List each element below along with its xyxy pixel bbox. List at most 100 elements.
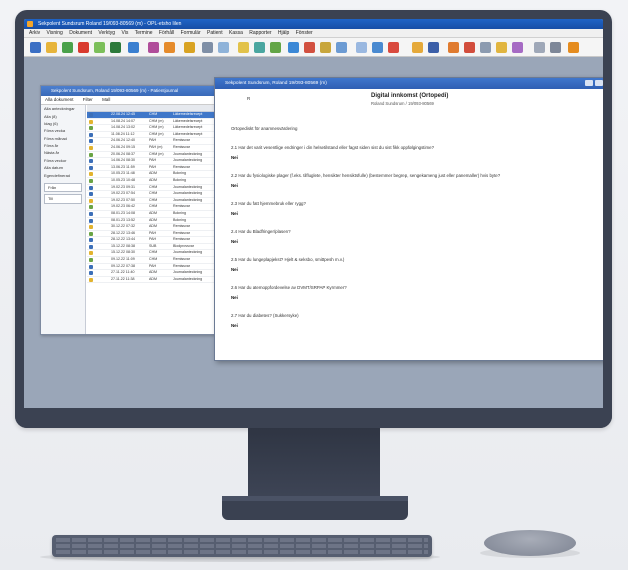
filter-option-all[interactable]: Alla (8) (41, 112, 85, 119)
table-row[interactable]: 11.08.24 11:12 CHM (m) Läkemedelsrecept (87, 132, 217, 139)
settings-icon[interactable] (356, 42, 367, 53)
envelope-icon[interactable] (184, 42, 195, 53)
menu-item-rapporter[interactable]: Rapporter (249, 30, 271, 36)
table-row[interactable]: 27.11.22 11:40 ADM Journalanteckning (87, 270, 217, 277)
document-icon[interactable] (128, 42, 139, 53)
menu-item-arkiv[interactable]: Arkiv (29, 30, 40, 36)
table-row[interactable]: 08.01.23 13:52 ADM Bokning (87, 218, 217, 225)
table-row[interactable]: 10.05.23 11:48 ADM Bokning (87, 171, 217, 178)
help-icon[interactable] (550, 42, 561, 53)
phone-icon[interactable] (428, 42, 439, 53)
scale-icon[interactable] (336, 42, 347, 53)
window-icon[interactable] (372, 42, 383, 53)
filter-option-last-week[interactable]: Förra vecka (41, 127, 85, 134)
row-sign: ADM (149, 217, 157, 222)
question-icon[interactable] (288, 42, 299, 53)
patient-icon[interactable] (30, 42, 41, 53)
graph-icon[interactable] (270, 42, 281, 53)
table-row[interactable]: 27.11.22 11:38 ADM Journalanteckning (87, 277, 217, 284)
lock-icon[interactable] (480, 42, 491, 53)
table-row[interactable]: 30.12.22 07:32 ADM Remissvar (87, 224, 217, 231)
table-row[interactable]: 28.12.22 13:44 PAH Remissvar (87, 237, 217, 244)
row-type: Journalanteckning (173, 158, 203, 163)
warning-icon[interactable] (388, 42, 399, 53)
row-type: Journalanteckning (173, 151, 203, 156)
maximize-button[interactable] (595, 80, 603, 86)
menu-item-formular[interactable]: Formulär (181, 30, 201, 36)
date-to-field[interactable]: Till (44, 194, 82, 204)
table-row[interactable]: 09.12.22 11:09 CHM Remissvar (87, 257, 217, 264)
menu-item-kassa[interactable]: Kassa (229, 30, 243, 36)
gear-icon[interactable] (534, 42, 545, 53)
star-icon[interactable] (496, 42, 507, 53)
arrow-icon[interactable] (94, 42, 105, 53)
list-icon[interactable] (254, 42, 265, 53)
menu-item-fonster[interactable]: Fönster (296, 30, 313, 36)
print-icon[interactable] (202, 42, 213, 53)
filter-option-last-month[interactable]: Förra månad (41, 135, 85, 142)
filter-option-next-year[interactable]: Nästa år (41, 149, 85, 156)
filter-option-last-year[interactable]: Förra år (41, 142, 85, 149)
menu-item-forhall[interactable]: Förhåll (159, 30, 174, 36)
table-row[interactable]: 28.12.22 13:46 PAH Remissvar (87, 231, 217, 238)
menu-item-verktyg[interactable]: Verktyg (98, 30, 115, 36)
chart-icon[interactable] (148, 42, 159, 53)
folder-icon[interactable] (46, 42, 57, 53)
table-row[interactable]: 19.02.23 09:31 CHM Journalanteckning (87, 185, 217, 192)
row-date: 11.08.24 11:12 (111, 131, 135, 136)
menu-item-visning[interactable]: Visning (47, 30, 63, 36)
date-from-field[interactable]: Från (44, 182, 82, 193)
table-row[interactable]: 15.12.22 08:38 SUB Blodprovsvar (87, 244, 217, 251)
menu-item-patient[interactable]: Patient (207, 30, 223, 36)
table-row[interactable]: 10.05.23 10:48 ADM Bokning (87, 178, 217, 185)
minimize-button[interactable] (585, 80, 593, 86)
table-row[interactable]: 14.08.24 13:02 CHM (m) Läkemedelsrecept (87, 125, 217, 132)
table-row[interactable]: 19.02.23 07:50 CHM Journalanteckning (87, 198, 217, 205)
tab-template[interactable]: Mall (98, 97, 114, 102)
people-icon[interactable] (62, 42, 73, 53)
table-row[interactable]: 08.01.23 14:08 ADM Bokning (87, 211, 217, 218)
table-row[interactable]: 09.12.22 07:38 PAH Remissvar (87, 264, 217, 271)
menu-item-hjalp[interactable]: Hjälp (278, 30, 289, 36)
add-cross-icon[interactable] (78, 42, 89, 53)
tree-icon[interactable] (110, 42, 121, 53)
table-row[interactable]: 24.06.24 12:40 PAH Remissvar (87, 138, 217, 145)
menu-item-dokument[interactable]: Dokument (69, 30, 92, 36)
bell-icon[interactable] (464, 42, 475, 53)
screen: Sekpolent Sundsrum Roland 19/093-80569 (… (24, 19, 603, 409)
tab-filter[interactable]: Filter (79, 97, 97, 102)
table-row[interactable]: 24.06.24 09:15 PAH (m) Remissvar (87, 145, 217, 152)
table-row[interactable]: 19.02.23 06:42 CHM Remissvar (87, 204, 217, 211)
row-type: Remissvar (173, 237, 190, 242)
row-type: Remissvar (173, 144, 190, 149)
lab-icon[interactable] (238, 42, 249, 53)
table-row[interactable]: 15.12.22 08:30 CHM Journalanteckning (87, 250, 217, 258)
filter-option-all-dates[interactable]: Alla datum (41, 164, 85, 171)
table-row[interactable]: 14.08.24 14:07 CHM (m) Läkemedelsrecept (87, 119, 217, 126)
mail-icon[interactable] (412, 42, 423, 53)
filter-option-today[interactable]: Idag (6) (41, 120, 85, 127)
clipboard-icon[interactable] (218, 42, 229, 53)
menu-item-termine[interactable]: Termine (135, 30, 153, 36)
table-row[interactable]: 19.02.23 07:54 CHM Journalanteckning (87, 191, 217, 198)
exit-icon[interactable] (568, 42, 579, 53)
menu-item-vis[interactable]: Vis (121, 30, 128, 36)
row-sign: PAH (149, 158, 157, 163)
row-sign: ADM (149, 276, 157, 281)
filter-option-custom[interactable]: Egendefinerad (41, 171, 85, 178)
tab-all-documents[interactable]: Alla dokument (41, 97, 78, 102)
calendar-icon[interactable] (164, 42, 175, 53)
pin-icon[interactable] (448, 42, 459, 53)
table-row[interactable]: 13.06.23 11:59 PAH Remissvar (87, 165, 217, 172)
row-type: Läkemedelsrecept (173, 131, 203, 136)
filter-option-last-weeks[interactable]: Förra veckor (41, 157, 85, 164)
row-sign: CHM (149, 250, 158, 255)
table-row[interactable]: 20.06.24 08:37 CHM (m) Journalanteckning (87, 152, 217, 159)
document-subtitle: Roland Sundsrum / 19/093-80569 (371, 101, 434, 106)
answer-text: Nei (231, 267, 238, 272)
flag-icon[interactable] (304, 42, 315, 53)
table-row[interactable]: 22.08.24 12:45 CHM Läkemedelsrecept (87, 112, 217, 119)
tag-icon[interactable] (512, 42, 523, 53)
table-row[interactable]: 14.06.24 08:30 PAH Journalanteckning (87, 158, 217, 165)
key-icon[interactable] (320, 42, 331, 53)
